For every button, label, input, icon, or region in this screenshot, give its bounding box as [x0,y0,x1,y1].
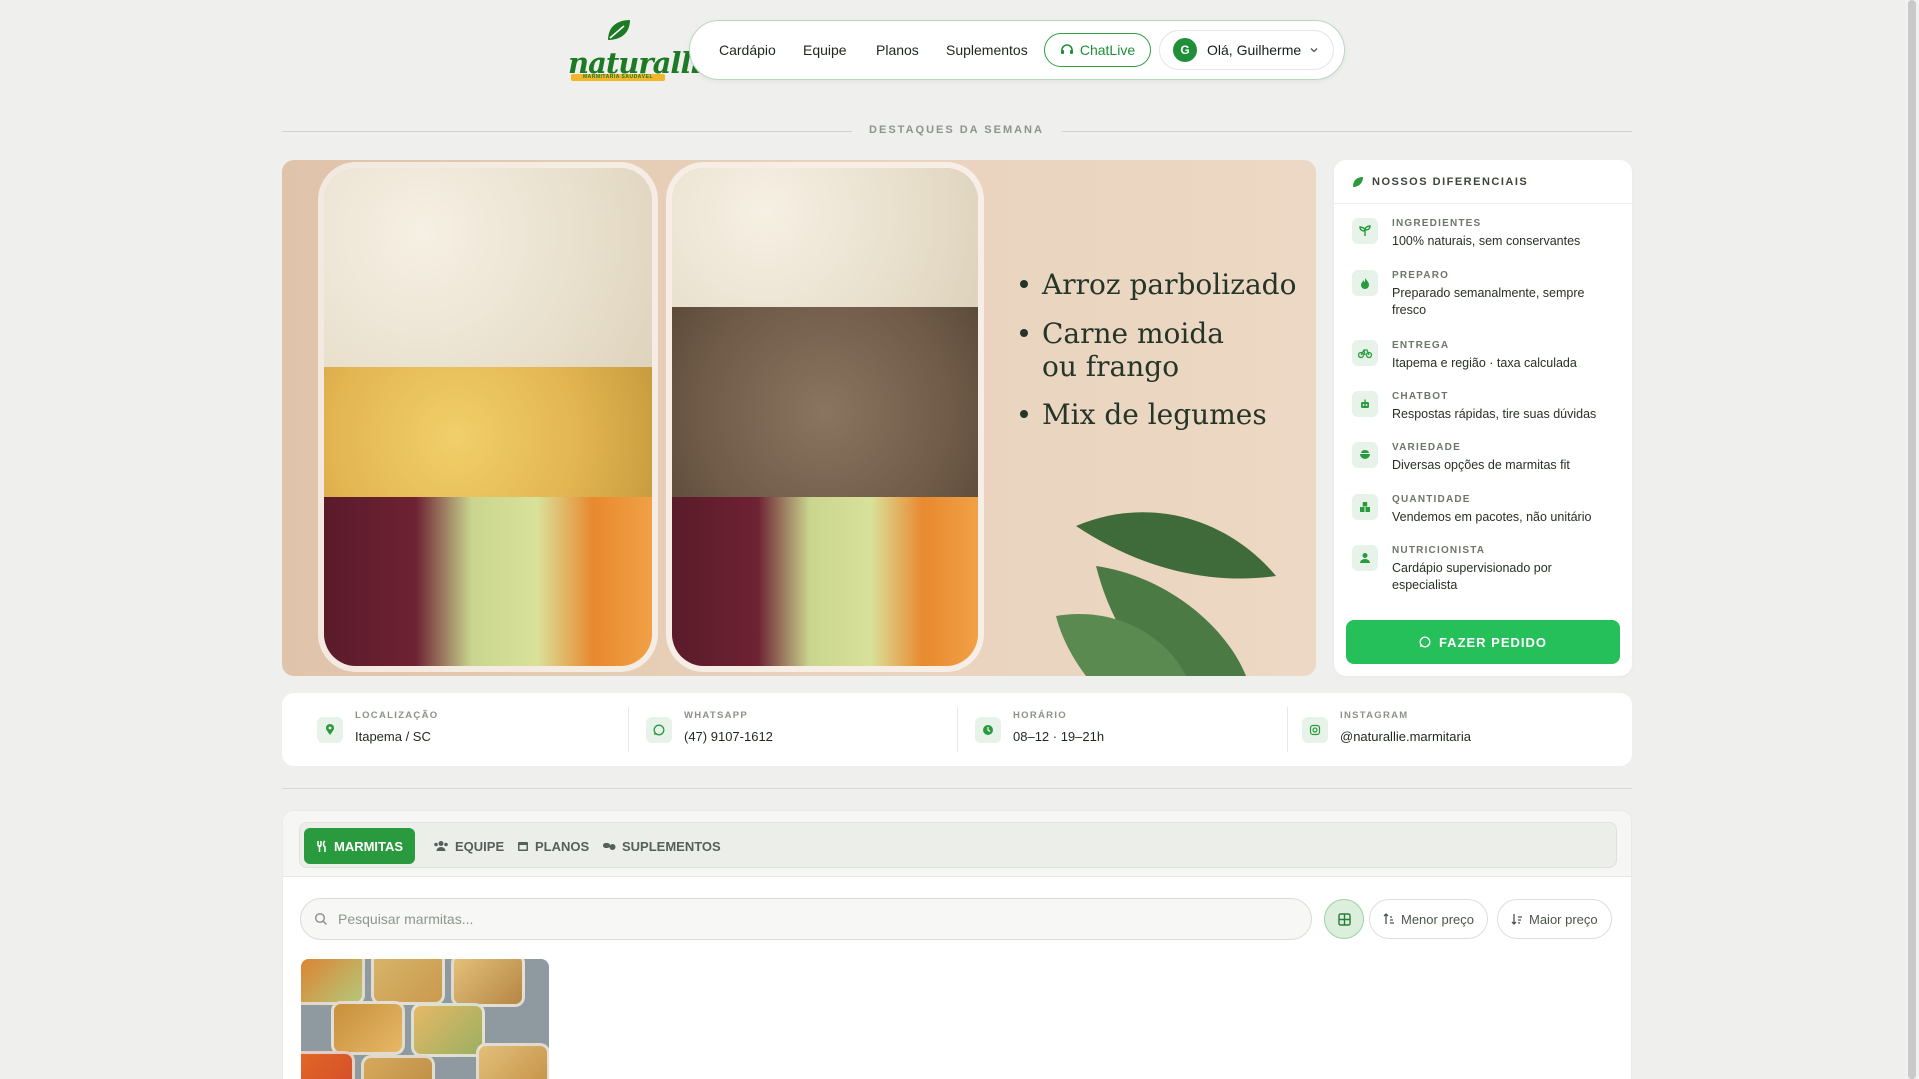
brand-tagline: MARMITARIA SAUDÁVEL [571,74,665,81]
nav-cardapio[interactable]: Cardápio [719,42,776,58]
bowl-icon [1352,442,1378,468]
boxes-icon [1352,494,1378,520]
map-pin-icon [317,717,343,743]
product-card-image[interactable] [301,959,549,1079]
tab-planos[interactable]: PLANOS [505,828,601,864]
meal-tray-beef [666,162,984,672]
utensils-icon [317,839,326,852]
sort-ascending-icon [1383,913,1394,924]
chatlive-label: ChatLive [1079,42,1136,58]
leaf-logo-icon [608,20,630,40]
grid-view-button[interactable] [1324,899,1364,939]
search-icon [314,912,328,926]
users-icon [434,841,448,851]
clock-icon [975,717,1001,743]
pills-icon [603,843,616,850]
grid-icon [1337,912,1351,926]
sort-asc-button[interactable]: Menor preço [1369,899,1488,939]
order-label: FAZER PEDIDO [1438,634,1548,650]
info-bar: LOCALIZAÇÃO Itapema / SC WHATSAPP (47) 9… [282,693,1632,766]
features-header: NOSSOS DIFERENCIAIS [1334,160,1632,204]
nav-suplementos[interactable]: Suplementos [946,42,1028,58]
features-card: NOSSOS DIFERENCIAIS INGREDIENTES 100% na… [1334,160,1632,676]
main-nav: Cardápio Equipe Planos Suplementos ChatL… [689,20,1345,80]
category-tabs: MARMITAS EQUIPE PLANOS SUPLEMENTOS [299,822,1617,868]
nav-equipe[interactable]: Equipe [803,42,847,58]
sprout-icon [1352,218,1378,244]
avatar: G [1173,38,1197,62]
basil-leaves-image [1056,512,1276,676]
page-scrollbar[interactable] [1905,0,1919,1079]
chatlive-button[interactable]: ChatLive [1044,33,1151,67]
hero-bullet-3: Mix de legumes [1020,398,1267,431]
section-divider [282,788,1632,789]
leaf-icon [1353,176,1363,187]
tab-equipe[interactable]: EQUIPE [421,828,516,864]
flame-icon [1352,270,1378,296]
search-placeholder: Pesquisar marmitas... [338,911,474,927]
tab-suplementos[interactable]: SUPLEMENTOS [590,828,733,864]
user-doctor-icon [1352,545,1378,571]
tab-marmitas[interactable]: MARMITAS [304,828,416,864]
whatsapp-icon [1419,636,1431,648]
whatsapp-icon [646,717,672,743]
sort-desc-button[interactable]: Maior preço [1497,899,1612,939]
chevron-down-icon [1310,48,1318,53]
divider-left [282,131,852,132]
divider-right [1062,131,1632,132]
bicycle-icon [1352,340,1378,366]
nav-planos[interactable]: Planos [876,42,919,58]
search-input[interactable]: Pesquisar marmitas... [300,898,1312,940]
sort-descending-icon [1511,914,1522,925]
order-button[interactable]: FAZER PEDIDO [1346,620,1620,664]
features-title: NOSSOS DIFERENCIAIS [1372,175,1529,188]
section-title: DESTAQUES DA SEMANA [869,124,1044,136]
hero-bullet-2: Carne moida ou frango [1020,317,1224,383]
brand-logo[interactable]: naturallie MARMITARIA SAUDÁVEL [568,16,719,84]
calendar-icon [518,842,528,851]
user-menu[interactable]: G Olá, Guilherme [1159,30,1334,70]
instagram-icon [1302,717,1328,743]
hero-bullet-1: Arroz parbolizado [1020,268,1296,301]
headset-icon [1060,44,1073,54]
hero-banner: Arroz parbolizado Carne moida ou frango M… [282,160,1316,676]
meal-tray-chicken [318,162,658,672]
robot-icon [1352,391,1378,417]
products-panel: MARMITAS EQUIPE PLANOS SUPLEMENTOS Pesqu… [282,810,1632,1079]
user-greeting: Olá, Guilherme [1207,42,1302,58]
